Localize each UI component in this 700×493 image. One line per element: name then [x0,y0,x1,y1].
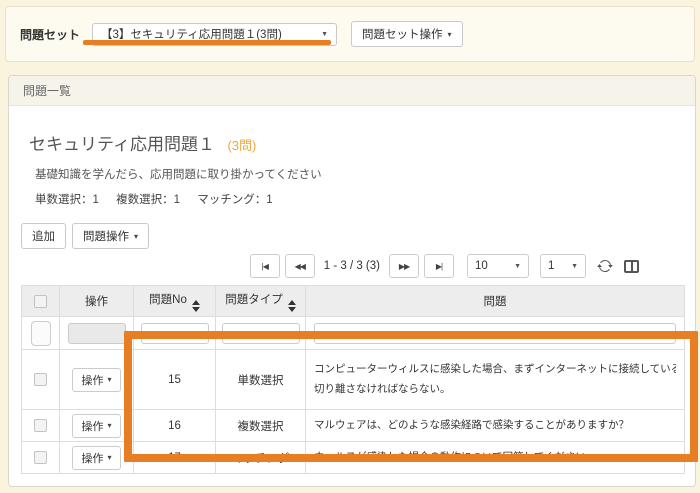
row-checkbox[interactable] [34,451,47,464]
caret-down-icon: ▾ [107,421,111,430]
sort-icon[interactable] [192,300,200,312]
table-row: 操作 ▾ 17 マッチング ウィルスが感染した場合の動作について回答してください… [22,442,685,474]
count-single: 単数選択：1 [35,194,99,206]
col-header-question: 問題 [306,286,685,317]
row-operations-button[interactable]: 操作 ▾ [72,414,120,438]
page-size-select[interactable]: 10 ▼ [467,254,529,278]
page-title: セキュリティ応用問題１ [29,135,215,154]
question-text-line: ウィルスが感染した場合の動作について回答してください。 [314,448,676,468]
question-set-operations-button[interactable]: 問題セット操作 ▾ [351,21,463,47]
question-set-select[interactable]: 【3】セキュリティ応用問題１(3問) ▼ [92,23,337,46]
filter-question-type-select[interactable]: ▼ [222,323,300,344]
question-text-line: 切り離さなければならない。 [314,380,676,400]
pagination-range: 1 - 3 / 3 (3) [324,260,380,272]
question-count-badge: (3問) [227,138,256,153]
caret-down-icon: ▾ [134,232,138,241]
question-text-cell: マルウェアは、どのような感染経路で感染することがありますか？ [306,410,685,442]
question-operations-button[interactable]: 問題操作 ▾ [72,223,149,249]
columns-icon [624,260,639,273]
caret-down-icon: ▾ [107,453,111,462]
refresh-icon [597,258,613,274]
first-page-button[interactable]: |◀ [250,254,280,278]
chevron-down-icon: ▼ [286,330,293,337]
row-operations-label: 操作 [81,450,103,466]
col-header-checkbox [22,286,60,317]
panel-body: セキュリティ応用問題１ (3問) 基礎知識を学んだら、応用問題に取り掛かってくだ… [9,106,695,484]
row-operations-button[interactable]: 操作 ▾ [72,446,120,470]
caret-down-icon: ▾ [107,375,111,384]
question-table: 操作 問題No 問題タイプ 問題 ▼ [21,285,685,474]
toolbar: 追加 問題操作 ▾ [21,223,685,249]
page-number-value: 1 [548,260,554,272]
chevron-down-icon: ▼ [514,263,521,270]
toggle-columns-button[interactable] [624,260,639,273]
question-operations-label: 問題操作 [83,228,129,244]
question-no-cell: 16 [134,410,216,442]
type-counts: 単数選択：1 複数選択：1 マッチング：1 [35,191,685,207]
table-row: 操作 ▾ 15 単数選択 コンピューターウィルスに感染した場合、まずインターネッ… [22,350,685,410]
pagination: |◀ ◀◀ 1 - 3 / 3 (3) ▶▶ ▶| 10 ▼ 1 ▼ [21,252,639,280]
next-page-button[interactable]: ▶▶ [389,254,419,278]
question-type-cell: 単数選択 [216,350,306,410]
refresh-button[interactable] [597,258,613,274]
question-set-operations-label: 問題セット操作 [362,26,443,42]
filter-checkbox-box [31,321,51,346]
row-operations-label: 操作 [81,372,103,388]
table-row: 操作 ▾ 16 複数選択 マルウェアは、どのような感染経路で感染することがありま… [22,410,685,442]
sort-icon[interactable] [288,300,296,312]
count-multi: 複数選択：1 [116,194,180,206]
last-page-button[interactable]: ▶| [424,254,454,278]
row-checkbox[interactable] [34,419,47,432]
question-set-select-value: 【3】セキュリティ応用問題１(3問) [101,26,282,42]
chevron-down-icon: ▼ [321,31,328,38]
table-header-row: 操作 問題No 問題タイプ 問題 [22,286,685,317]
select-all-checkbox[interactable] [34,295,47,308]
question-type-cell: マッチング [216,442,306,474]
col-question-type-label: 問題タイプ [225,294,283,306]
filter-question-no-input[interactable] [141,323,209,344]
row-operations-button[interactable]: 操作 ▾ [72,368,120,392]
question-text-line: コンピューターウィルスに感染した場合、まずインターネットに接続しているネッ [314,360,676,380]
question-no-cell: 15 [134,350,216,410]
question-text-cell: ウィルスが感染した場合の動作について回答してください。 [306,442,685,474]
chevron-down-icon: ▼ [571,263,578,270]
col-header-question-no[interactable]: 問題No [134,286,216,317]
title-row: セキュリティ応用問題１ (3問) [29,130,685,155]
panel-header: 問題一覧 [9,76,695,106]
filter-operations-input [68,323,126,344]
prev-page-button[interactable]: ◀◀ [285,254,315,278]
question-text-cell: コンピューターウィルスに感染した場合、まずインターネットに接続しているネッ 切り… [306,350,685,410]
question-set-bar: 問題セット 【3】セキュリティ応用問題１(3問) ▼ 問題セット操作 ▾ [5,6,695,62]
filter-question-input[interactable] [314,323,677,344]
col-header-operations: 操作 [60,286,134,317]
question-no-cell: 17 [134,442,216,474]
question-text-line: マルウェアは、どのような感染経路で感染することがありますか？ [314,416,676,436]
col-question-no-label: 問題No [149,294,187,306]
question-list-panel: 問題一覧 セキュリティ応用問題１ (3問) 基礎知識を学んだら、応用問題に取り掛… [8,75,696,487]
count-matching: マッチング：1 [197,194,272,206]
question-set-label: 問題セット [20,26,80,43]
add-button[interactable]: 追加 [21,223,66,249]
page-number-select[interactable]: 1 ▼ [540,254,586,278]
row-checkbox[interactable] [34,373,47,386]
page-size-value: 10 [475,260,488,272]
col-header-question-type[interactable]: 問題タイプ [216,286,306,317]
question-set-description: 基礎知識を学んだら、応用問題に取り掛かってください [35,166,685,182]
filter-row: ▼ [22,317,685,350]
question-type-cell: 複数選択 [216,410,306,442]
caret-down-icon: ▾ [448,30,452,39]
row-operations-label: 操作 [81,418,103,434]
